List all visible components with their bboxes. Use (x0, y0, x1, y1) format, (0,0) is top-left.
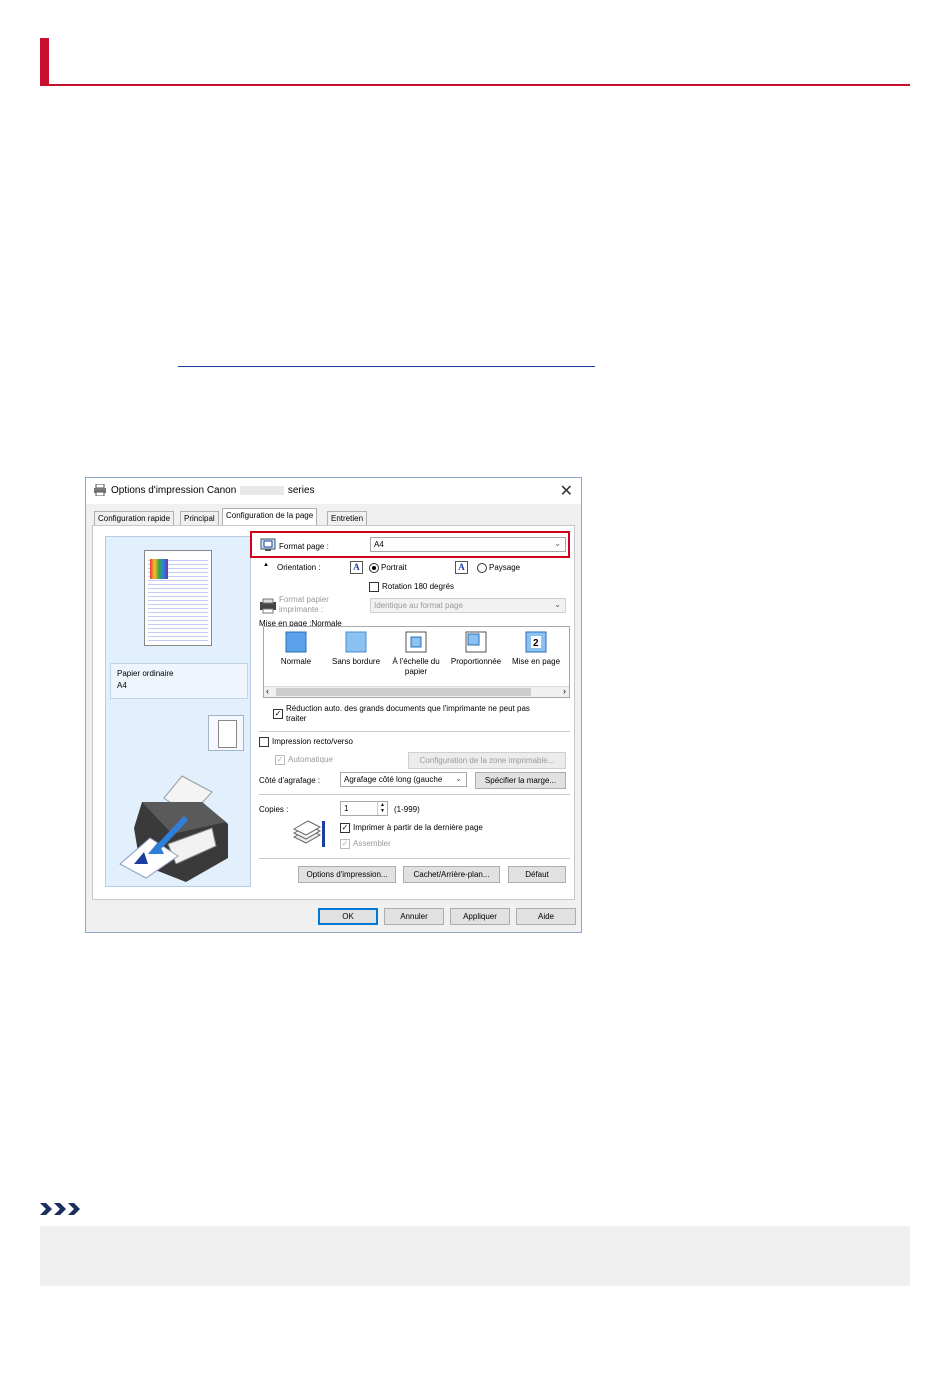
landscape-radio[interactable] (477, 563, 487, 573)
printer-paper-icon (260, 598, 276, 614)
paper-orientation-icon (208, 715, 244, 751)
scroll-right-icon[interactable]: › (563, 686, 566, 696)
portrait-label: Portrait (381, 563, 407, 572)
stapling-label: Côté d'agrafage : (259, 776, 321, 785)
cancel-button[interactable]: Annuler (384, 908, 444, 925)
copies-stepper[interactable]: 1 ▲ ▼ (340, 801, 388, 816)
stepper-arrows-icon[interactable]: ▲ ▼ (377, 802, 387, 815)
portrait-icon: A (350, 561, 363, 574)
print-options-dialog: Options d'impression Canon series ✕ Conf… (85, 477, 582, 933)
layout-normal[interactable]: Normale (266, 631, 326, 667)
scroll-thumb[interactable] (276, 688, 531, 696)
divider (259, 731, 570, 732)
printer-paper-select[interactable]: Identique au format page ⌄ (370, 598, 566, 613)
tab-main[interactable]: Principal (180, 511, 219, 526)
dialog-titlebar: Options d'impression Canon series ✕ (86, 478, 581, 504)
media-size-text: A4 (117, 681, 127, 690)
ok-button[interactable]: OK (318, 908, 378, 925)
media-info: Papier ordinaire A4 (110, 663, 248, 699)
duplex-label: Impression recto/verso (272, 737, 353, 746)
chevron-down-icon: ⌄ (554, 600, 561, 609)
printer-illustration (119, 775, 228, 882)
orientation-bullet: ▲ (263, 562, 269, 568)
copies-stack-icon (292, 820, 325, 847)
chevron-down-icon: ⌄ (455, 774, 462, 783)
print-options-button[interactable]: Options d'impression... (298, 866, 396, 883)
divider (259, 794, 570, 795)
tab-quick-setup[interactable]: Configuration rapide (94, 511, 175, 526)
borderless-layout-icon (345, 631, 367, 653)
page-size-icon (260, 538, 276, 551)
scaled-layout-icon (465, 631, 487, 653)
tab-maintenance[interactable]: Entretien (327, 511, 368, 526)
apply-button[interactable]: Appliquer (450, 908, 510, 925)
settings-area: Format page : A4 ⌄ ▲ Orientation : A Port… (250, 526, 570, 896)
last-page-label: Imprimer à partir de la dernière page (353, 823, 483, 832)
help-button[interactable]: Aide (516, 908, 576, 925)
landscape-label: Paysage (489, 563, 521, 572)
page-size-select[interactable]: A4 ⌄ (370, 537, 566, 552)
divider (259, 858, 570, 859)
stapling-select[interactable]: Agrafage côté long (gauche ⌄ (340, 772, 467, 787)
heading-rule (40, 84, 910, 86)
note-icon (40, 1203, 80, 1215)
landscape-icon: A (455, 561, 468, 574)
dialog-title: Options d'impression Canon series (111, 485, 315, 496)
rotate-180-checkbox[interactable] (369, 582, 379, 592)
chevron-down-icon: ⌄ (554, 539, 561, 548)
specify-margin-button[interactable]: Spécifier la marge... (475, 772, 566, 789)
normal-layout-icon (285, 631, 307, 653)
layout-selector[interactable]: Normale Sans bordure À l'échelle du papi… (263, 626, 570, 698)
note-box (40, 1226, 910, 1286)
close-icon[interactable]: ✕ (560, 481, 573, 501)
fit-to-paper-icon (405, 631, 427, 653)
automatic-label: Automatique (288, 755, 333, 764)
link-underline[interactable] (178, 366, 595, 367)
page-size-label: Format page : (279, 542, 329, 551)
printer-icon (94, 484, 106, 496)
layout-page-layout[interactable]: 2 Mise en page (506, 631, 566, 667)
layout-fit-to-paper[interactable]: À l'échelle du papier (386, 631, 446, 677)
layout-scrollbar[interactable]: ‹ › (264, 686, 569, 697)
printer-paper-label: Format papier imprimante : (279, 595, 329, 614)
page-preview (144, 550, 212, 646)
automatic-checkbox[interactable]: ✓ (275, 755, 285, 765)
orientation-label: Orientation : (277, 563, 321, 572)
page-layout-icon: 2 (525, 631, 547, 653)
defaults-button[interactable]: Défaut (508, 866, 566, 883)
stamp-background-button[interactable]: Cachet/Arrière-plan... (403, 866, 500, 883)
tab-page-setup[interactable]: Configuration de la page (222, 508, 318, 526)
duplex-checkbox[interactable] (259, 737, 269, 747)
preview-pane: Papier ordinaire A4 (105, 536, 251, 887)
svg-text:2: 2 (533, 638, 539, 649)
print-area-setup-button[interactable]: Configuration de la zone imprimable... (408, 752, 566, 769)
collate-label: Assembler (353, 839, 391, 848)
rotate-180-label: Rotation 180 degrés (382, 582, 455, 591)
portrait-radio[interactable] (369, 563, 379, 573)
copies-label: Copies : (259, 805, 289, 814)
auto-reduce-label: Réduction auto. des grands documents que… (286, 704, 530, 723)
model-name-masked (240, 485, 285, 495)
scroll-left-icon[interactable]: ‹ (266, 686, 269, 696)
media-type-text: Papier ordinaire (117, 669, 174, 678)
layout-borderless[interactable]: Sans bordure (326, 631, 386, 667)
page-setup-panel: Papier ordinaire A4 Format page: A4 ⌄ ▲… (92, 525, 575, 900)
last-page-checkbox[interactable]: ✓ (340, 823, 350, 833)
copies-range: (1-999) (394, 805, 420, 814)
layout-scaled[interactable]: Proportionnée (446, 631, 506, 667)
auto-reduce-checkbox[interactable]: ✓ (273, 709, 283, 719)
heading-marker (40, 38, 49, 86)
collate-checkbox[interactable]: ✓ (340, 839, 350, 849)
